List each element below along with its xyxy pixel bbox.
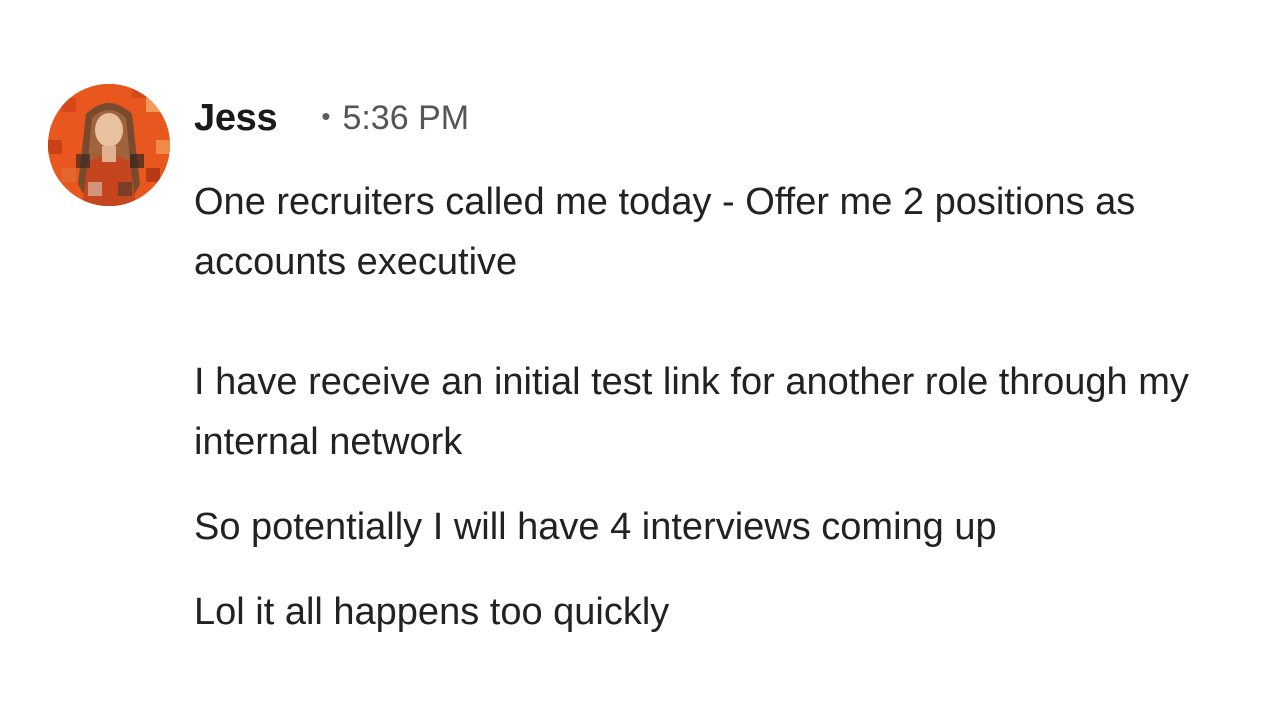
avatar[interactable] [48, 84, 170, 206]
message-paragraph: Lol it all happens too quickly [194, 591, 670, 633]
profile-photo-icon [48, 84, 170, 206]
message-paragraph: I have receive an initial test link for … [194, 361, 1189, 463]
message-body: One recruiters called me today - Offer m… [194, 172, 1264, 642]
message-header: Jess • 5:36 PM [194, 96, 469, 140]
separator-dot: • [321, 100, 331, 131]
author-name[interactable]: Jess [194, 97, 278, 140]
message-timestamp: 5:36 PM [342, 98, 470, 137]
message-paragraph: So potentially I will have 4 interviews … [194, 506, 997, 548]
message-paragraph: One recruiters called me today - Offer m… [194, 181, 1136, 283]
